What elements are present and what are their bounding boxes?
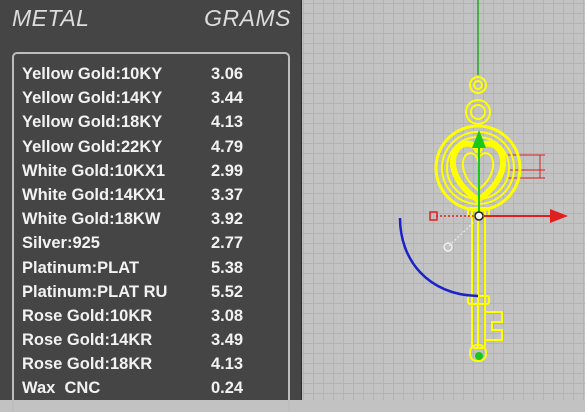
list-item[interactable]: Rose Gold:14KR 3.49: [22, 329, 290, 353]
list-item[interactable]: Platinum:PLAT RU 5.52: [22, 281, 290, 305]
gumball-rotate-handle[interactable]: [443, 242, 453, 252]
metal-name: White Gold:14KX1: [22, 185, 166, 204]
metal-weight-rows: Yellow Gold:10KY 3.06 Yellow Gold:14KY 3.44…: [22, 63, 290, 402]
metal-grams: 4.79: [211, 137, 244, 156]
metal-grams: 2.99: [211, 161, 244, 180]
list-item[interactable]: Rose Gold:18KR 4.13: [22, 353, 290, 377]
grams-column-header: GRAMS: [204, 5, 291, 31]
metal-grams: 3.08: [211, 306, 244, 325]
list-item[interactable]: Rose Gold:10KR 3.08: [22, 305, 290, 329]
metal-grams: 3.92: [211, 210, 244, 229]
metal-weight-list[interactable]: Yellow Gold:10KY 3.06 Yellow Gold:14KY 3.44…: [12, 52, 290, 412]
list-item[interactable]: White Gold:18KW 3.92: [22, 208, 290, 232]
metal-grams: 3.37: [211, 185, 244, 204]
metal-grams: 3.06: [211, 65, 244, 83]
metal-grams: 4.13: [211, 113, 244, 132]
metal-name: Yellow Gold:14KY: [22, 89, 163, 108]
gumball-rotate-arc[interactable]: [398, 217, 479, 298]
metal-grams: 5.52: [211, 282, 244, 301]
metal-name: Silver:925: [22, 234, 100, 253]
metal-name: White Gold:18KW: [22, 210, 161, 229]
metal-name: Platinum:PLAT RU: [22, 282, 168, 301]
list-item[interactable]: White Gold:10KX1 2.99: [22, 160, 290, 184]
list-item[interactable]: Yellow Gold:14KY 3.44: [22, 87, 290, 111]
gumball-rotate-handle-line: [448, 221, 475, 247]
metal-grams: 0.24: [211, 379, 244, 398]
list-item[interactable]: Yellow Gold:10KY 3.06: [22, 63, 290, 87]
metal-grams: 3.49: [211, 331, 244, 350]
list-item[interactable]: Wax CNC 0.24: [22, 377, 290, 401]
metal-name: Yellow Gold:22KY: [22, 137, 163, 156]
metal-name: Rose Gold:10KR: [22, 306, 153, 325]
metal-name: White Gold:10KX1: [22, 161, 166, 180]
metal-name: Wax CNC: [22, 379, 101, 398]
list-item[interactable]: Platinum:PLAT 5.38: [22, 257, 290, 281]
metal-name: Platinum:PLAT: [22, 258, 140, 277]
gumball-move-arrow-x[interactable]: [429, 209, 568, 223]
metal-name: Yellow Gold:18KY: [22, 113, 163, 132]
metal-weight-panel: METAL GRAMS Yellow Gold:10KY 3.06 Yellow G…: [0, 0, 302, 412]
metal-column-header: METAL: [12, 5, 90, 31]
metal-grams: 5.38: [211, 258, 244, 277]
metal-grams: 4.13: [211, 355, 244, 374]
list-item[interactable]: Yellow Gold:18KY 4.13: [22, 111, 290, 135]
metal-name: Yellow Gold:10KY: [22, 65, 163, 83]
list-item[interactable]: Yellow Gold:22KY 4.79: [22, 136, 290, 160]
metal-grams: 2.77: [211, 234, 244, 253]
metal-grams: 3.44: [211, 89, 244, 108]
metal-name: Rose Gold:14KR: [22, 331, 153, 350]
metal-name: Rose Gold:18KR: [22, 355, 153, 374]
list-item[interactable]: Silver:925 2.77: [22, 232, 290, 256]
gumball-center[interactable]: [474, 211, 484, 221]
list-item[interactable]: White Gold:14KX1 3.37: [22, 184, 290, 208]
panel-header: METAL GRAMS: [0, 0, 301, 40]
